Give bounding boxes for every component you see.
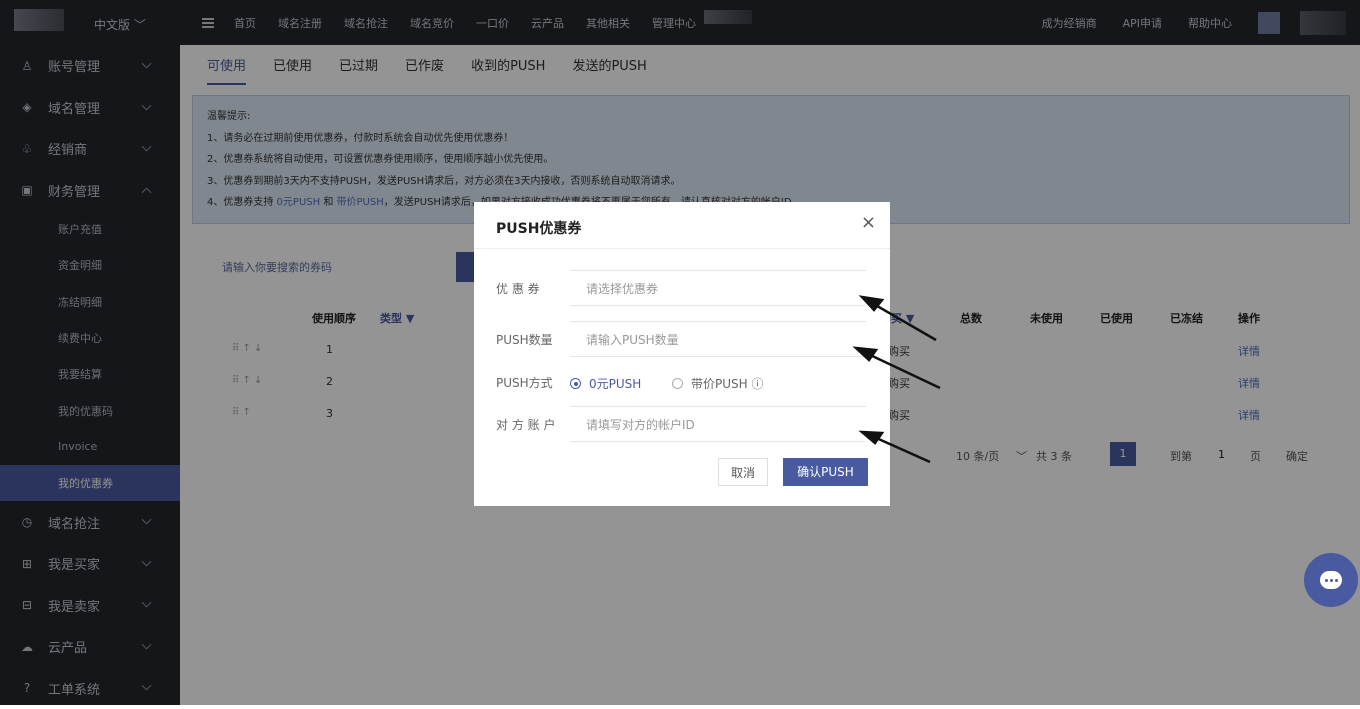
arrow-head: [858, 430, 885, 445]
annotation-arrows: [852, 295, 941, 464]
arrow-head: [852, 346, 879, 362]
arrow-to-account: [871, 434, 931, 464]
chat-icon: [1320, 571, 1342, 589]
arrow-to-qty: [865, 351, 941, 390]
arrow-to-coupon: [871, 301, 937, 342]
chat-button[interactable]: [1304, 553, 1358, 607]
